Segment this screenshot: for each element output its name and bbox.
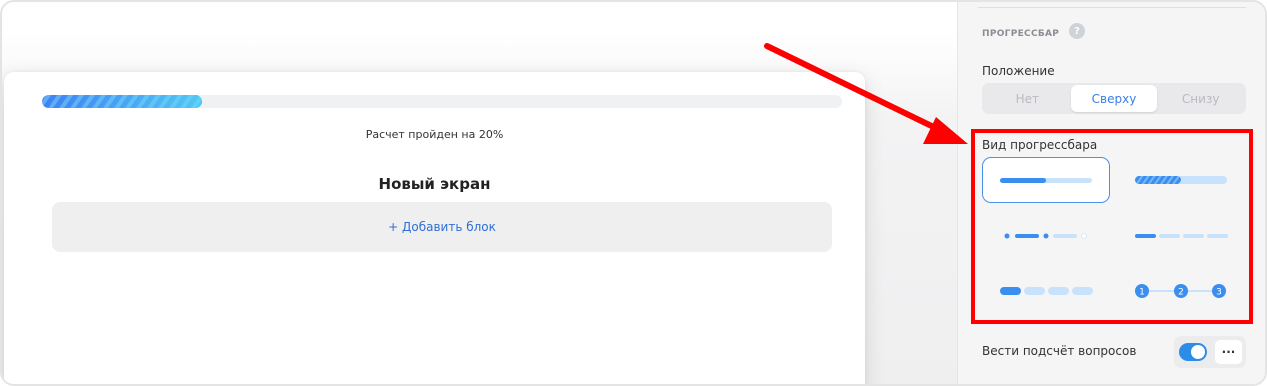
dots-dashes-style-preview <box>1004 233 1087 239</box>
line-style-preview <box>1000 178 1092 183</box>
dashes-style-preview <box>1135 234 1228 238</box>
count-questions-label: Вести подсчёт вопросов <box>982 344 1137 358</box>
step-1-label: 1 <box>1139 288 1145 298</box>
numbered-steps-style-preview: 1 2 3 <box>1135 284 1226 298</box>
view-label: Вид прогрессбара <box>982 138 1098 152</box>
position-segmented-control: Нет Сверху Снизу <box>982 83 1246 114</box>
divider <box>978 7 1246 8</box>
position-option-bottom[interactable]: Снизу <box>1157 85 1244 112</box>
screen-preview-card[interactable]: Расчет пройден на 20% Новый экран + Доба… <box>4 72 865 384</box>
app-frame: Расчет пройден на 20% Новый экран + Доба… <box>0 0 1267 386</box>
help-icon[interactable]: ? <box>1069 23 1085 39</box>
count-questions-toggle[interactable] <box>1179 343 1207 361</box>
screen-title[interactable]: Новый экран <box>4 175 865 193</box>
progress-style-striped-line[interactable] <box>1130 157 1258 203</box>
progress-style-line[interactable] <box>982 157 1110 203</box>
more-options-icon[interactable]: ··· <box>1215 340 1242 364</box>
position-label: Положение <box>982 64 1055 78</box>
section-title: ПРОГРЕССБАР <box>982 29 1060 39</box>
editor-canvas: Расчет пройден на 20% Новый экран + Доба… <box>2 2 957 384</box>
position-option-none[interactable]: Нет <box>984 85 1071 112</box>
toggle-knob <box>1191 345 1205 359</box>
striped-line-style-preview <box>1135 176 1227 184</box>
progress-style-dots-dashes[interactable] <box>982 213 1110 259</box>
pill-segments-style-preview <box>1000 287 1093 295</box>
add-block-button[interactable]: + Добавить блок <box>52 202 832 252</box>
progress-text: Расчет пройден на 20% <box>365 128 504 141</box>
progress-style-dashes[interactable] <box>1130 213 1258 259</box>
progress-bar-track <box>42 95 842 108</box>
progress-style-pill-segments[interactable] <box>982 268 1110 314</box>
position-option-top[interactable]: Сверху <box>1070 85 1158 112</box>
progress-bar-fill <box>42 95 202 108</box>
step-2-label: 2 <box>1178 288 1184 298</box>
step-3-label: 3 <box>1216 288 1222 298</box>
progress-style-numbered-steps[interactable]: 1 2 3 <box>1130 268 1258 314</box>
settings-panel: ПРОГРЕССБАР ? Положение Нет Сверху Снизу… <box>957 2 1265 384</box>
count-questions-controls: ··· <box>1174 336 1246 368</box>
